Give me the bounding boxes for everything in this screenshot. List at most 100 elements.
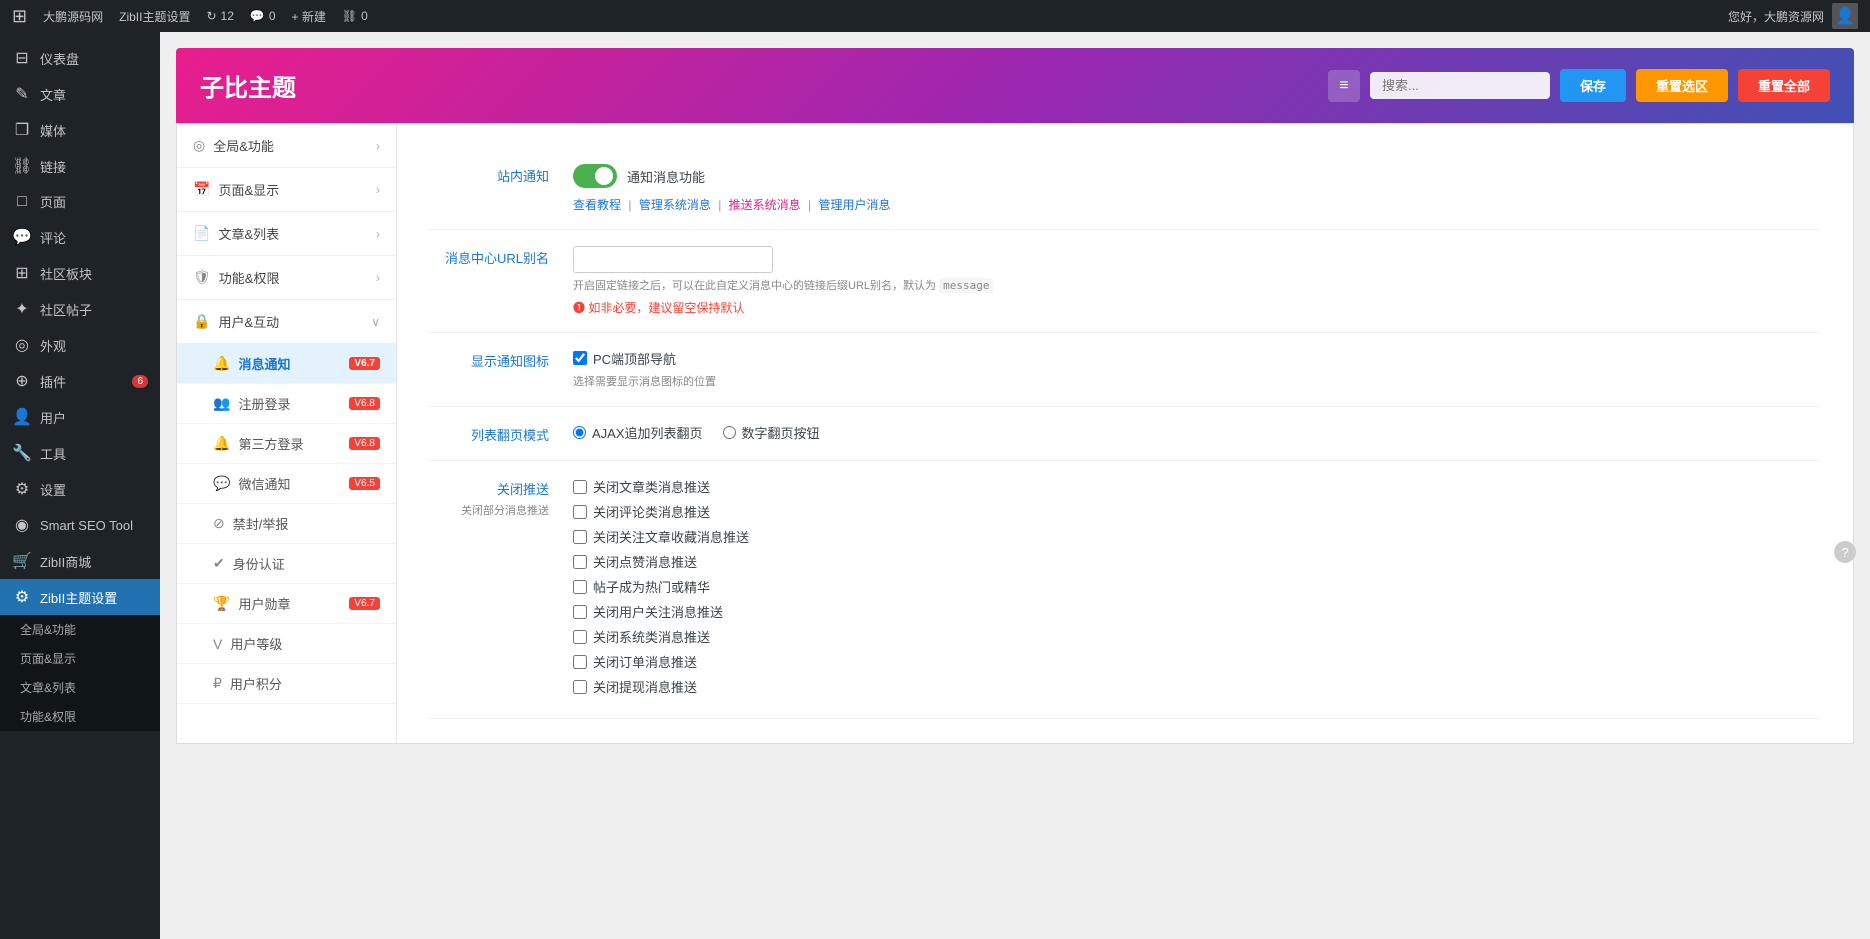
sidebar-item-comments[interactable]: 💬 评论 (0, 219, 160, 255)
nav-sub-register[interactable]: 👥 注册登录 V6.8 (177, 384, 396, 424)
sidebar-item-media[interactable]: ❐ 媒体 (0, 112, 160, 148)
close-push-control: 关闭文章类消息推送 关闭评论类消息推送 关闭关注文章收藏消息推送 关闭 (573, 477, 1821, 702)
adminbar-comments[interactable]: 💬 0 (250, 9, 276, 23)
reset-all-button[interactable]: 重置全部 (1738, 69, 1830, 102)
plugins-icon: ⊕ (12, 371, 32, 391)
sidebar-item-dashboard[interactable]: ⊟ 仪表盘 (0, 40, 160, 76)
notify-links: 查看教程 | 管理系统消息 | 推送系统消息 | 管理用户消息 (573, 196, 1821, 213)
nav-global[interactable]: ◎ 全局&功能 › (177, 124, 396, 168)
articles-arrow-icon: › (376, 227, 380, 241)
toggle-slider (573, 164, 617, 188)
adminbar-right: 您好，大鹏资源网 👤 (1728, 3, 1858, 29)
close-hot-msg-checkbox[interactable] (573, 580, 587, 594)
nav-sub-wechat[interactable]: 💬 微信通知 V6.5 (177, 464, 396, 504)
sidebar-item-links[interactable]: ⛓ 链接 (0, 148, 160, 184)
sidebar-item-pages[interactable]: □ 页面 (0, 184, 160, 219)
pc-top-checkbox[interactable] (573, 351, 587, 365)
close-withdraw-msg-checkbox[interactable] (573, 680, 587, 694)
close-order-msg-row: 关闭订单消息推送 (573, 652, 1821, 671)
manage-user-msg-link[interactable]: 管理用户消息 (818, 198, 890, 212)
grid-view-button[interactable]: ≡ (1328, 70, 1360, 102)
msg-url-row: 消息中心URL别名 开启固定链接之后，可以在此自定义消息中心的链接后缀URL别名… (429, 230, 1821, 333)
nav-pages-display[interactable]: 📅 页面&显示 › (177, 168, 396, 212)
adminbar-theme-settings[interactable]: ZibII主题设置 (119, 8, 190, 25)
bbpress-icon: ⊞ (12, 263, 32, 283)
main-content: 子比主题 ≡ 保存 重置选区 重置全部 ◎ 全局&功能 › (160, 32, 1870, 939)
sidebar-item-smartseo[interactable]: ◉ Smart SEO Tool (0, 507, 160, 543)
site-notify-toggle[interactable] (573, 164, 617, 188)
sidebar-item-bbpress[interactable]: ⊞ 社区板块 (0, 255, 160, 291)
theme-content: ◎ 全局&功能 › 📅 页面&显示 › 📄 文章&列表 (176, 123, 1854, 744)
wechat-badge: V6.5 (349, 477, 380, 490)
msg-notify-icon: 🔔 (213, 355, 230, 372)
nav-sub-ban[interactable]: ⊘ 禁封/举报 (177, 504, 396, 544)
warning-icon: ❶ (573, 301, 585, 315)
adminbar-links[interactable]: ⛓ 0 (342, 9, 368, 23)
global-nav-icon: ◎ (193, 137, 205, 154)
ajax-radio[interactable] (573, 426, 586, 439)
manage-system-msg-link[interactable]: 管理系统消息 (639, 198, 711, 212)
permissions-arrow-icon: › (376, 271, 380, 285)
adminbar-updates[interactable]: ↻ 12 (206, 9, 233, 23)
medal-icon: 🏆 (213, 595, 230, 612)
view-tutorial-link[interactable]: 查看教程 (573, 198, 621, 212)
nav-sub-level[interactable]: V 用户等级 (177, 624, 396, 664)
sidebar-item-ziblitheme[interactable]: ⚙ ZibII主题设置 (0, 579, 160, 615)
submenu-pages[interactable]: 页面&显示 (0, 644, 160, 673)
msg-url-hint: 开启固定链接之后，可以在此自定义消息中心的链接后缀URL别名，默认为 messa… (573, 278, 1821, 295)
numeric-radio[interactable] (723, 426, 736, 439)
save-button[interactable]: 保存 (1560, 69, 1626, 102)
wp-layout: ⊟ 仪表盘 ✎ 文章 ❐ 媒体 ⛓ 链接 □ 页面 💬 评论 ⊞ 社区板块 ✦ (0, 32, 1870, 939)
msg-url-input[interactable] (573, 246, 773, 273)
close-follow-msg-checkbox[interactable] (573, 605, 587, 619)
close-favorite-msg-checkbox[interactable] (573, 530, 587, 544)
nav-sub-identity[interactable]: ✔ 身份认证 (177, 544, 396, 584)
reset-selection-button[interactable]: 重置选区 (1636, 69, 1728, 102)
nav-sub-points[interactable]: ₽ 用户积分 (177, 664, 396, 704)
pages-nav-icon: 📅 (193, 181, 210, 198)
submenu-articles[interactable]: 文章&列表 (0, 673, 160, 702)
close-article-msg-row: 关闭文章类消息推送 (573, 477, 1821, 496)
submenu-global[interactable]: 全局&功能 (0, 615, 160, 644)
sidebar-item-tools[interactable]: 🔧 工具 (0, 435, 160, 471)
msg-url-control: 开启固定链接之后，可以在此自定义消息中心的链接后缀URL别名，默认为 messa… (573, 246, 1821, 316)
nav-sub-medal[interactable]: 🏆 用户勋章 V6.7 (177, 584, 396, 624)
sidebar-item-appearance[interactable]: ◎ 外观 (0, 327, 160, 363)
sidebar-item-posts[interactable]: ✎ 文章 (0, 76, 160, 112)
settings-panel: 站内通知 通知消息功能 查看教程 | 管理系统消息 (397, 124, 1853, 743)
sidebar-item-ziblishop[interactable]: 🛒 ZibII商城 (0, 543, 160, 579)
avatar[interactable]: 👤 (1832, 3, 1858, 29)
close-comment-msg-row: 关闭评论类消息推送 (573, 502, 1821, 521)
close-like-msg-checkbox[interactable] (573, 555, 587, 569)
sidebar-item-forum[interactable]: ✦ 社区帖子 (0, 291, 160, 327)
adminbar-site-name[interactable]: 大鹏源码网 (43, 8, 103, 25)
close-system-msg-checkbox[interactable] (573, 630, 587, 644)
nav-user-interact[interactable]: 🔒 用户&互动 ∨ (177, 300, 396, 344)
nav-permissions[interactable]: 🛡 功能&权限 › (177, 256, 396, 300)
nav-sub-third-login[interactable]: 🔔 第三方登录 V6.8 (177, 424, 396, 464)
appearance-icon: ◎ (12, 335, 32, 355)
sidebar-item-plugins[interactable]: ⊕ 插件 6 (0, 363, 160, 399)
media-icon: ❐ (12, 120, 32, 140)
submenu-functions[interactable]: 功能&权限 (0, 702, 160, 731)
wp-logo-icon[interactable]: ⊞ (12, 6, 27, 27)
sidebar-item-settings[interactable]: ⚙ 设置 (0, 471, 160, 507)
nav-sub-msg-notify[interactable]: 🔔 消息通知 V6.7 (177, 344, 396, 384)
push-system-msg-link[interactable]: 推送系统消息 (729, 198, 801, 212)
global-arrow-icon: › (376, 139, 380, 153)
pc-top-label: PC端顶部导航 (593, 349, 676, 368)
adminbar-new[interactable]: + 新建 (292, 8, 326, 25)
msg-notify-badge: V6.7 (349, 357, 380, 370)
pages-arrow-icon: › (376, 183, 380, 197)
close-article-msg-checkbox[interactable] (573, 480, 587, 494)
settings-search-input[interactable] (1370, 72, 1550, 99)
site-notify-control: 通知消息功能 查看教程 | 管理系统消息 | 推送系统消息 | 管理用户消息 (573, 164, 1821, 213)
close-order-msg-checkbox[interactable] (573, 655, 587, 669)
sidebar-item-users[interactable]: 👤 用户 (0, 399, 160, 435)
third-login-icon: 🔔 (213, 435, 230, 452)
close-comment-msg-checkbox[interactable] (573, 505, 587, 519)
numeric-label: 数字翻页按钮 (742, 423, 820, 442)
tools-icon: 🔧 (12, 443, 32, 463)
nav-articles[interactable]: 📄 文章&列表 › (177, 212, 396, 256)
site-notify-row: 站内通知 通知消息功能 查看教程 | 管理系统消息 (429, 148, 1821, 230)
